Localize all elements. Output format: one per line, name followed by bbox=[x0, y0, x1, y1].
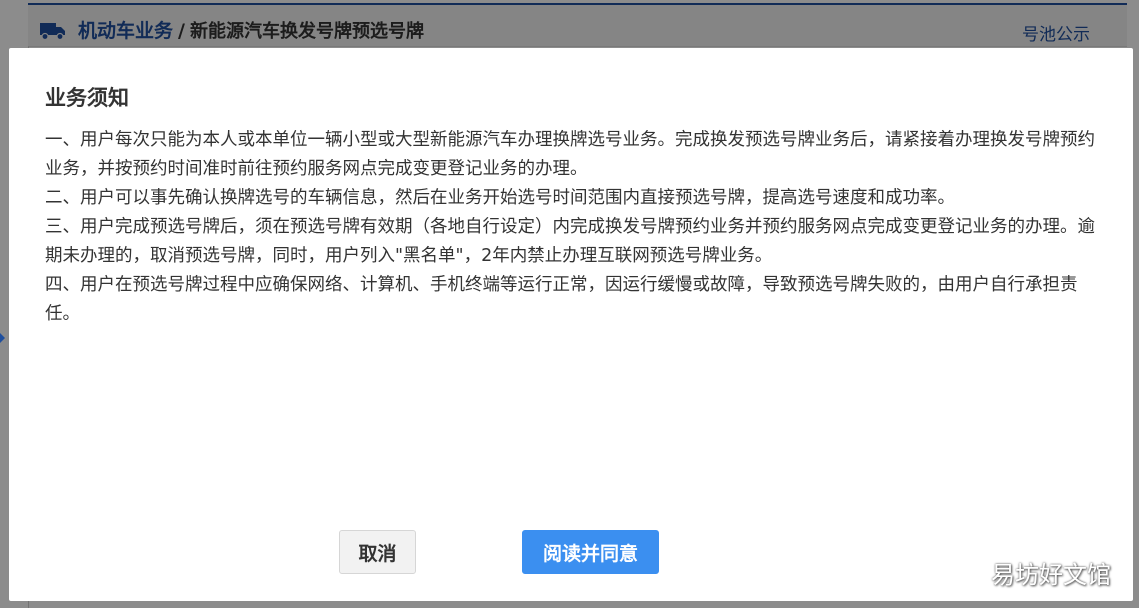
watermark: 易坊好文馆 bbox=[991, 561, 1111, 589]
business-notice-dialog: 业务须知 一、用户每次只能为本人或本单位一辆小型或大型新能源汽车办理换牌选号业务… bbox=[9, 48, 1133, 601]
dialog-title: 业务须知 bbox=[45, 86, 129, 110]
read-and-agree-button[interactable]: 阅读并同意 bbox=[522, 530, 659, 574]
left-edge-arrow-icon bbox=[0, 333, 5, 343]
notice-paragraph-4: 四、用户在预选号牌过程中应确保网络、计算机、手机终端等运行正常，因运行缓慢或故障… bbox=[45, 275, 1078, 324]
notice-paragraph-2: 二、用户可以事先确认换牌选号的车辆信息，然后在业务开始选号时间范围内直接预选号牌… bbox=[45, 188, 955, 208]
cancel-button[interactable]: 取消 bbox=[339, 530, 416, 574]
notice-paragraph-3: 三、用户完成预选号牌后，须在预选号牌有效期（各地自行设定）内完成换发号牌预约业务… bbox=[45, 217, 1095, 266]
notice-paragraph-1: 一、用户每次只能为本人或本单位一辆小型或大型新能源汽车办理换牌选号业务。完成换发… bbox=[45, 130, 1095, 179]
dialog-body: 一、用户每次只能为本人或本单位一辆小型或大型新能源汽车办理换牌选号业务。完成换发… bbox=[45, 126, 1105, 329]
